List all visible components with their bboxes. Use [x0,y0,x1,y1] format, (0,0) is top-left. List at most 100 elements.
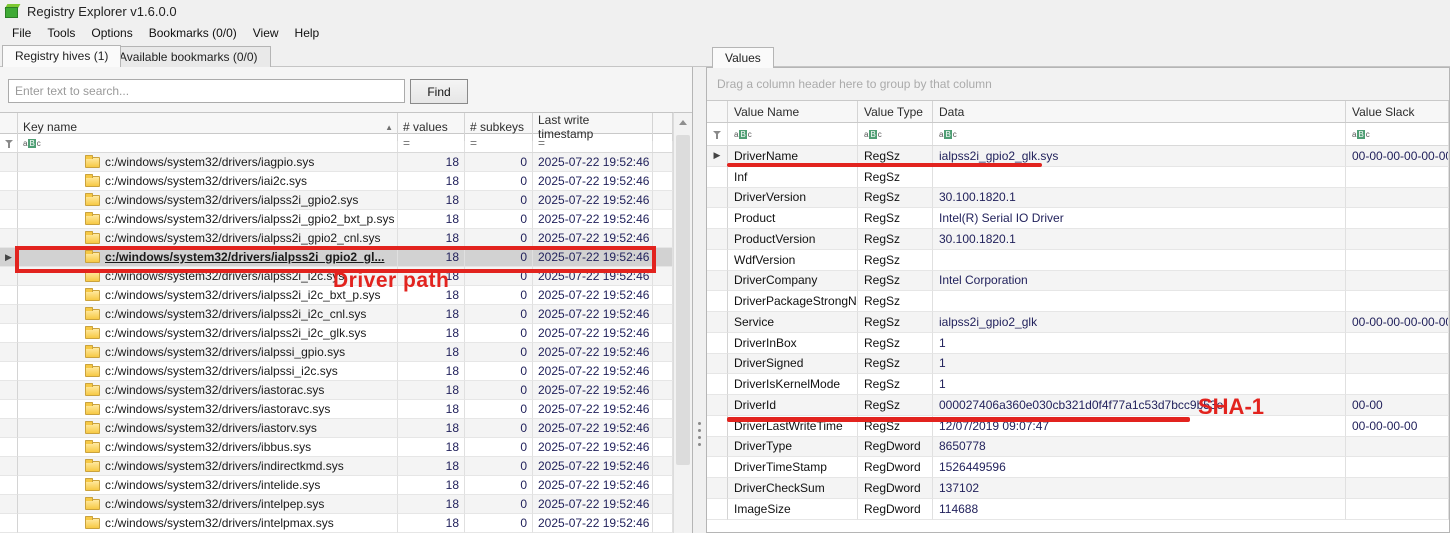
value-row[interactable]: ServiceRegSzialpss2i_gpio2_glk00-00-00-0… [707,312,1449,333]
menu-item-help[interactable]: Help [287,23,328,43]
row-indicator-cell [0,438,18,457]
panel-splitter[interactable] [694,67,706,533]
row-indicator-cell [707,250,728,271]
column-header-num-subkeys[interactable]: # subkeys [465,113,533,141]
filter-value-name[interactable]: aBc [728,123,858,145]
value-row[interactable]: DriverSignedRegSz1 [707,354,1449,375]
key-row[interactable]: c:/windows/system32/drivers/intelpmax.sy… [0,514,673,533]
key-row[interactable]: c:/windows/system32/drivers/ialpss2i_gpi… [0,210,673,229]
column-header-value-name[interactable]: Value Name [728,101,858,122]
value-row[interactable]: DriverLastWriteTimeRegSz12/07/2019 09:07… [707,416,1449,437]
value-row[interactable]: InfRegSz [707,167,1449,188]
key-row[interactable]: c:/windows/system32/drivers/intelpep.sys… [0,495,673,514]
row-indicator-cell [0,495,18,514]
value-data-cell: ialpss2i_gpio2_glk [933,312,1346,333]
last-write-cell: 2025-07-22 19:52:46 [533,400,653,419]
num-values-cell: 18 [398,495,465,514]
value-row[interactable]: DriverPackageStrongNa...RegSz [707,291,1449,312]
key-row[interactable]: c:/windows/system32/drivers/iagpio.sys18… [0,153,673,172]
value-row[interactable]: DriverIsKernelModeRegSz1 [707,374,1449,395]
value-row[interactable]: DriverIdRegSz000027406a360e030cb321d0f4f… [707,395,1449,416]
row-indicator-cell [0,343,18,362]
column-header-key-name[interactable]: Key name ▲ [18,113,398,141]
folder-icon [85,518,100,529]
value-name-cell: DriverCheckSum [728,478,858,499]
folder-icon [85,366,100,377]
key-row[interactable]: c:/windows/system32/drivers/indirectkmd.… [0,457,673,476]
key-name-cell: c:/windows/system32/drivers/ialpss2i_i2c… [18,324,398,343]
value-row[interactable]: DriverInBoxRegSz1 [707,333,1449,354]
key-row[interactable]: c:/windows/system32/drivers/intelide.sys… [0,476,673,495]
value-type-cell: RegSz [858,416,933,437]
value-row[interactable]: ProductVersionRegSz30.100.1820.1 [707,229,1449,250]
value-row[interactable]: ProductRegSzIntel(R) Serial IO Driver [707,208,1449,229]
column-header-value-type[interactable]: Value Type [858,101,933,122]
key-row[interactable]: c:/windows/system32/drivers/ialpssi_i2c.… [0,362,673,381]
key-name-cell: c:/windows/system32/drivers/iastoravc.sy… [18,400,398,419]
filter-value-slack[interactable]: aBc [1346,123,1449,145]
value-slack-cell [1346,250,1449,271]
filler-cell [653,210,673,229]
key-row[interactable]: c:/windows/system32/drivers/iastorac.sys… [0,381,673,400]
value-row[interactable]: DriverVersionRegSz30.100.1820.1 [707,188,1449,209]
row-indicator-cell [707,354,728,375]
menu-item-file[interactable]: File [4,23,39,43]
value-row[interactable]: ImageSizeRegDword114688 [707,499,1449,520]
scrollbar-thumb[interactable] [676,135,690,465]
find-button[interactable]: Find [410,79,468,104]
num-values-cell: 18 [398,305,465,324]
menu-item-options[interactable]: Options [83,23,140,43]
tab-available-bookmarks[interactable]: Available bookmarks (0/0) [106,46,271,67]
value-row[interactable]: WdfVersionRegSz [707,250,1449,271]
folder-icon [85,328,100,339]
key-row[interactable]: c:/windows/system32/drivers/ialpss2i_gpi… [0,229,673,248]
key-row[interactable]: c:/windows/system32/drivers/ialpss2i_i2c… [0,286,673,305]
value-row[interactable]: DriverCompanyRegSzIntel Corporation [707,271,1449,292]
key-row[interactable]: c:/windows/system32/drivers/iai2c.sys180… [0,172,673,191]
column-header-value-slack[interactable]: Value Slack [1346,101,1449,122]
row-indicator-cell [707,333,728,354]
filler-cell [653,381,673,400]
value-name-cell: Inf [728,167,858,188]
key-name-cell: c:/windows/system32/drivers/ialpssi_i2c.… [18,362,398,381]
num-subkeys-cell: 0 [465,362,533,381]
value-name-cell: Product [728,208,858,229]
column-header-last-write[interactable]: Last write timestamp [533,113,653,141]
value-name-cell: WdfVersion [728,250,858,271]
value-type-cell: RegDword [858,437,933,458]
column-header-filler [653,113,673,141]
key-row[interactable]: c:/windows/system32/drivers/ialpss2i_i2c… [0,324,673,343]
filter-data[interactable]: aBc [933,123,1346,145]
key-row[interactable]: c:/windows/system32/drivers/iastorv.sys1… [0,419,673,438]
value-row[interactable]: DriverCheckSumRegDword137102 [707,478,1449,499]
tab-values[interactable]: Values [712,47,774,68]
value-type-cell: RegDword [858,499,933,520]
key-row[interactable]: c:/windows/system32/drivers/ialpss2i_i2c… [0,305,673,324]
folder-icon [85,385,100,396]
num-values-cell: 18 [398,362,465,381]
key-row[interactable]: c:/windows/system32/drivers/ialpss2i_gpi… [0,191,673,210]
key-row[interactable]: c:/windows/system32/drivers/ialpss2i_i2c… [0,267,673,286]
menu-item-tools[interactable]: Tools [39,23,83,43]
key-name-cell: c:/windows/system32/drivers/ialpss2i_i2c… [18,267,398,286]
value-name-cell: DriverTimeStamp [728,457,858,478]
value-row[interactable]: DriverTypeRegDword8650778 [707,437,1449,458]
value-row[interactable]: DriverTimeStampRegDword1526449596 [707,457,1449,478]
key-row[interactable]: c:/windows/system32/drivers/ibbus.sys180… [0,438,673,457]
column-header-data[interactable]: Data [933,101,1346,122]
key-row[interactable]: c:/windows/system32/drivers/ialpssi_gpio… [0,343,673,362]
vertical-scrollbar[interactable] [673,112,692,533]
key-row[interactable]: ▶c:/windows/system32/drivers/ialpss2i_gp… [0,248,673,267]
search-input[interactable] [8,79,405,103]
menu-item-view[interactable]: View [245,23,287,43]
tab-registry-hives[interactable]: Registry hives (1) [2,45,121,67]
scroll-up-icon[interactable] [679,120,687,125]
value-row[interactable]: ▶DriverNameRegSzialpss2i_gpio2_glk.sys00… [707,146,1449,167]
menu-item-bookmarks[interactable]: Bookmarks (0/0) [141,23,245,43]
row-indicator-cell [0,210,18,229]
column-header-num-values[interactable]: # values [398,113,465,141]
filter-value-type[interactable]: aBc [858,123,933,145]
folder-icon [85,157,100,168]
key-row[interactable]: c:/windows/system32/drivers/iastoravc.sy… [0,400,673,419]
title-bar: Registry Explorer v1.6.0.0 [0,0,1450,22]
